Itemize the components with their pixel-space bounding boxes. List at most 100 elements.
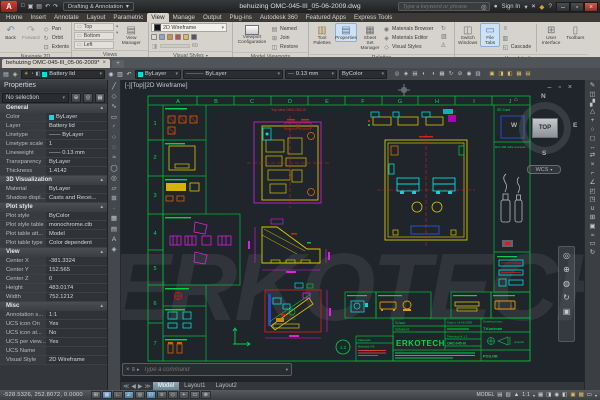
property-row[interactable]: UCS icon On Yes	[0, 320, 107, 329]
object-color-icon[interactable]: ▤	[524, 71, 532, 77]
qat-new-icon[interactable]: □	[21, 3, 25, 10]
annotation-scale-icon[interactable]: ▲	[514, 392, 519, 398]
lock-ui-icon[interactable]: ◧	[562, 392, 567, 398]
status-menu-icon[interactable]: ▾	[595, 393, 597, 398]
last-tab-icon[interactable]: ≫	[145, 383, 151, 390]
infer-toggle[interactable]: ⊞	[91, 391, 101, 399]
search-input[interactable]	[401, 3, 481, 11]
view-manager-button[interactable]: ▤ View Manager	[120, 23, 142, 47]
cascade-button[interactable]: ◱ Cascade	[502, 43, 533, 51]
property-row[interactable]: Layer Battery lid	[0, 122, 107, 131]
property-row[interactable]: Height 483.0174	[0, 284, 107, 293]
help-icon[interactable]: ?	[548, 3, 552, 10]
next-tab-icon[interactable]: ▶	[138, 383, 143, 390]
switch-windows-button[interactable]: ◫ Switch Windows	[457, 23, 478, 47]
viewcube[interactable]: TOP	[532, 118, 558, 138]
view-preset[interactable]: ▭ Bottom	[74, 32, 114, 40]
sign-in-button[interactable]: Sign In	[502, 4, 521, 10]
osnap-toggle[interactable]: ⊡	[146, 391, 156, 399]
property-row[interactable]: UCS per view... Yes	[0, 338, 107, 347]
layer-unisolate-icon[interactable]: ◈	[402, 71, 410, 77]
property-row[interactable]: Annotation s... 1:1	[0, 311, 107, 320]
prev-tab-icon[interactable]: ◀	[131, 383, 136, 390]
property-row[interactable]: Plot style table monochrome.ctb	[0, 221, 107, 230]
property-row[interactable]: Linetype —— ByLayer	[0, 131, 107, 140]
edit-icon[interactable]: ✎	[590, 82, 595, 89]
lights-icon[interactable]: ▧	[441, 33, 447, 40]
polygon-icon[interactable]: ▱	[112, 185, 117, 192]
layer-match-icon[interactable]: ▥	[116, 71, 124, 78]
insert-block-icon[interactable]: ⊞	[111, 195, 116, 202]
autocad-logo-icon[interactable]: A	[1, 1, 17, 12]
property-row[interactable]: Shadow displ... Casts and Recei...	[0, 194, 107, 203]
back-button[interactable]: ↶ Back	[2, 23, 19, 42]
ducs-toggle[interactable]: +	[179, 391, 189, 399]
section-header-view[interactable]: View▴	[0, 248, 107, 257]
layer-states-icon[interactable]: ◈	[11, 71, 19, 78]
qat-undo-icon[interactable]: ↶	[45, 3, 50, 10]
minimize-button[interactable]: –	[556, 2, 570, 12]
layer-isolate-icon[interactable]: ◎	[393, 71, 401, 77]
edge-style-button[interactable]	[175, 34, 181, 40]
customize-command-icon[interactable]: ≡	[132, 367, 136, 373]
properties-palette-button[interactable]: ▤ Properties	[335, 23, 357, 42]
donut-icon[interactable]: ◎	[111, 175, 117, 182]
ellipse-icon[interactable]: ◯	[110, 165, 117, 172]
quick-view-layouts-icon[interactable]: ▤	[497, 392, 502, 398]
layer-combo[interactable]: ☀ ◔ ◧ Battery lid ▾	[21, 70, 105, 79]
visual-styles-palette-button[interactable]: ◇ Visual Styles	[383, 43, 439, 51]
layer-freeze-icon[interactable]: ▤	[411, 71, 419, 77]
polar-toggle[interactable]: ◎	[135, 391, 145, 399]
tile-horizontal-icon[interactable]: ≡	[502, 26, 509, 32]
rotate2-icon[interactable]: ↻	[590, 249, 595, 256]
panel-label[interactable]: Views	[72, 50, 148, 58]
make-current-icon[interactable]: ◉	[107, 71, 115, 78]
chevron-down-icon[interactable]: ▾	[533, 393, 535, 398]
command-input[interactable]	[142, 366, 284, 374]
hatch-icon[interactable]: ▦	[111, 215, 117, 222]
render-gallery-icon[interactable]: ↻	[441, 25, 447, 32]
tool-palettes-button[interactable]: ▥ Tool Palettes	[311, 23, 333, 47]
recent-commands-icon[interactable]: ▾	[286, 367, 288, 373]
property-row[interactable]: Lineweight —— 0.13 mm	[0, 149, 107, 158]
3dosnap-toggle[interactable]: ≡	[157, 391, 167, 399]
view-preset[interactable]: ▭ Left	[74, 41, 114, 49]
property-row[interactable]: Linetype scale 1	[0, 140, 107, 149]
orbit-icon[interactable]: ↻	[563, 293, 570, 302]
drawing-area[interactable]: [-][Top][2D Wireframe] – ▫ × ERKOTECH	[121, 80, 584, 381]
join-icon[interactable]: ∪	[590, 205, 595, 212]
hatch-edit-icon[interactable]: ▞	[590, 100, 595, 107]
section-header-general[interactable]: General▴	[0, 104, 107, 113]
minimize-drawing-icon[interactable]: –	[548, 84, 552, 91]
clean-screen-icon[interactable]: ▭	[587, 392, 592, 398]
qat-open-icon[interactable]: ▣	[28, 3, 34, 10]
ribbon-tab[interactable]: Manage	[169, 13, 199, 22]
isolate-objects-icon[interactable]: ▣	[570, 392, 575, 398]
fillet-icon[interactable]: ▣	[589, 223, 595, 230]
lwt-toggle[interactable]: ⊕	[201, 391, 211, 399]
ribbon-tab[interactable]: Parametric	[109, 13, 147, 22]
view-preset[interactable]: ▭ Top	[74, 23, 114, 31]
selection-combo[interactable]: No selection ▾	[2, 93, 69, 103]
region-icon[interactable]: ◈	[112, 246, 117, 253]
plotstyle-combo[interactable]: ByColor ▾	[339, 70, 387, 79]
dyn-toggle[interactable]: ▭	[190, 391, 200, 399]
polyline-icon[interactable]: ∿	[111, 103, 116, 110]
forward-button[interactable]: ↷ Forward	[21, 23, 41, 42]
otrack-toggle[interactable]: ◇	[168, 391, 178, 399]
layer-walk-icon[interactable]: ↻	[447, 71, 455, 77]
offset-icon[interactable]: ⇄	[590, 152, 595, 159]
property-row[interactable]: Plot table att... Model	[0, 230, 107, 239]
section-header-3d[interactable]: 3D Visualization▴	[0, 176, 107, 185]
sun-icon[interactable]: ◬	[441, 41, 447, 48]
help-search[interactable]: ◎	[398, 2, 490, 11]
circle-icon[interactable]: ○	[112, 134, 116, 141]
property-row[interactable]: Center X -381.3324	[0, 257, 107, 266]
annotation-scale-value[interactable]: 1:1	[522, 392, 530, 398]
materials-browser-button[interactable]: ◉ Materials Browser	[383, 25, 439, 33]
spline-icon[interactable]: ≈	[112, 154, 116, 161]
ribbon-tab[interactable]: Home	[2, 13, 27, 22]
qat-save-icon[interactable]: ▤	[36, 3, 42, 10]
revcloud-icon[interactable]: ◌	[112, 144, 116, 151]
section-header-misc[interactable]: Misc▴	[0, 302, 107, 311]
